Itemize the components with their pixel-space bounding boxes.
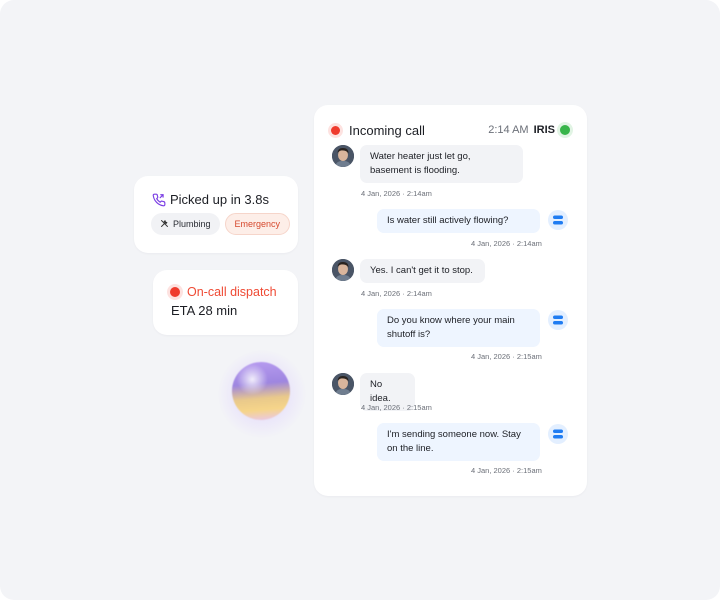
message-timestamp: 4 Jan, 2026 · 2:14am [361, 189, 432, 198]
pickup-row: Picked up in 3.8s [152, 192, 269, 207]
call-time: 2:14 AM [488, 124, 529, 136]
dispatch-row: On-call dispatch [170, 285, 277, 299]
pickup-card: Picked up in 3.8s Plumbing Emergency [134, 176, 298, 253]
phone-icon [152, 193, 166, 207]
dispatch-label: On-call dispatch [187, 285, 277, 299]
wrench-icon [160, 219, 169, 230]
message-timestamp: 4 Jan, 2026 · 2:15am [471, 352, 542, 361]
tag-plumbing-label: Plumbing [173, 219, 211, 229]
dispatch-eta: ETA 28 min [171, 303, 238, 318]
live-dot-icon [331, 125, 340, 135]
tag-emergency[interactable]: Emergency [224, 213, 291, 235]
agent-name: IRIS [533, 124, 555, 136]
caller-avatar [332, 259, 354, 281]
message-bubble: Yes. I can't get it to stop. [360, 259, 485, 283]
call-transcript-panel: Incoming call 2:14 AM IRIS Water heater … [314, 105, 587, 496]
bot-icon [548, 424, 568, 444]
message-bubble: I'm sending someone now. Stay on the lin… [377, 423, 540, 461]
pickup-title: Picked up in 3.8s [170, 192, 270, 207]
caller-avatar [332, 373, 354, 395]
message-bubble: Do you know where your main shutoff is? [377, 309, 540, 347]
online-status-icon [560, 125, 570, 135]
bot-icon [548, 310, 568, 330]
message-timestamp: 4 Jan, 2026 · 2:14am [361, 289, 432, 298]
caller-avatar [332, 145, 354, 167]
call-title: Incoming call [349, 122, 425, 138]
message-bubble: Water heater just let go, basement is fl… [360, 145, 523, 183]
dispatch-card: On-call dispatch ETA 28 min [153, 270, 298, 335]
message-bubble: Is water still actively flowing? [377, 209, 540, 233]
call-header: Incoming call 2:14 AM IRIS [331, 122, 570, 138]
voice-orb-icon[interactable] [232, 362, 290, 420]
message-timestamp: 4 Jan, 2026 · 2:15am [361, 403, 432, 412]
message-timestamp: 4 Jan, 2026 · 2:15am [471, 466, 542, 475]
message-timestamp: 4 Jan, 2026 · 2:14am [471, 239, 542, 248]
tag-list: Plumbing Emergency [151, 213, 291, 235]
tag-emergency-label: Emergency [234, 219, 281, 229]
canvas: Picked up in 3.8s Plumbing Emergency On-… [0, 0, 720, 600]
bot-icon [548, 210, 568, 230]
tag-plumbing[interactable]: Plumbing [151, 213, 220, 235]
alert-dot-icon [170, 287, 180, 297]
